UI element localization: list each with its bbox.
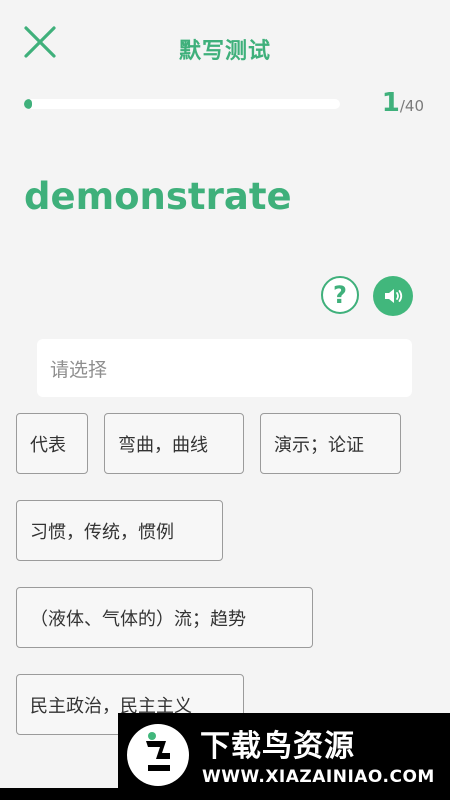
option-button[interactable]: （液体、气体的）流；趋势 bbox=[16, 587, 313, 648]
quiz-screen: 默写测试 1/40 demonstrate ? 请选择 代表 弯曲，曲线 演示；… bbox=[0, 0, 450, 800]
watermark: 下载鸟资源 WWW.XIAZAINIAO.COM bbox=[118, 713, 450, 800]
quiz-word: demonstrate bbox=[24, 175, 292, 218]
bottom-bar bbox=[0, 788, 450, 800]
progress-counter: 1/40 bbox=[382, 88, 424, 118]
speaker-icon bbox=[385, 289, 403, 303]
page-title: 默写测试 bbox=[178, 39, 271, 64]
progress-bar bbox=[24, 99, 340, 109]
progress-total: /40 bbox=[399, 97, 424, 115]
option-button[interactable]: 演示；论证 bbox=[260, 413, 401, 474]
progress-current: 1 bbox=[381, 88, 400, 118]
option-button[interactable]: 弯曲，曲线 bbox=[104, 413, 244, 474]
question-icon: ? bbox=[333, 281, 347, 309]
hint-button[interactable]: ? bbox=[321, 276, 359, 314]
option-button[interactable]: 代表 bbox=[16, 413, 88, 474]
audio-button[interactable] bbox=[373, 276, 413, 316]
watermark-brand: 下载鸟资源 bbox=[200, 729, 355, 764]
answer-input[interactable]: 请选择 bbox=[37, 339, 412, 397]
bird-logo-icon bbox=[127, 724, 189, 786]
answer-placeholder: 请选择 bbox=[50, 358, 108, 381]
option-button[interactable]: 习惯，传统，惯例 bbox=[16, 500, 223, 561]
watermark-url: WWW.XIAZAINIAO.COM bbox=[202, 767, 435, 787]
progress-fill bbox=[24, 99, 32, 109]
